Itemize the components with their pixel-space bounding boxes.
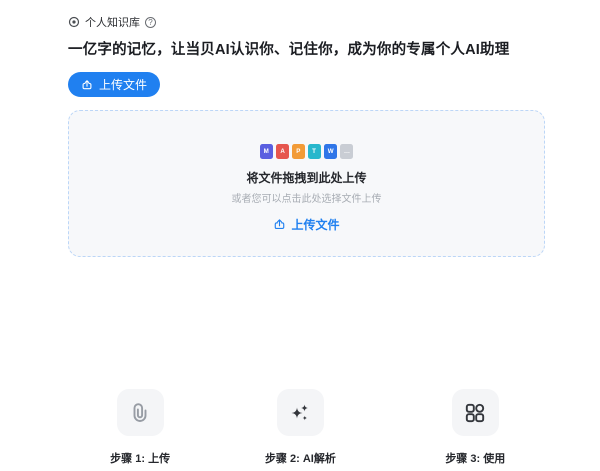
step-title: 步骤 2: AI解析	[265, 450, 336, 466]
step-title: 步骤 3: 使用	[445, 450, 505, 466]
upload-file-button[interactable]: 上传文件	[68, 72, 160, 97]
step-icon-box	[452, 389, 499, 436]
step-title: 步骤 1: 上传	[110, 450, 170, 466]
knowledge-base-target-icon	[68, 16, 80, 28]
file-type-txt-icon: T	[308, 144, 321, 159]
upload-icon	[81, 79, 93, 91]
steps-section: 步骤 1: 上传 上传你的文件给AI 助理的知识库 步骤 2: AI解析 AI助…	[60, 389, 570, 471]
step-upload: 步骤 1: 上传 上传你的文件给AI 助理的知识库	[60, 389, 220, 471]
dropzone-main-text: 将文件拖拽到此处上传	[246, 169, 366, 186]
file-dropzone[interactable]: M A P T W … 将文件拖拽到此处上传 或者您可以点击此处选择文件上传 上…	[68, 110, 545, 257]
file-type-pdf-icon: A	[276, 144, 289, 159]
dropzone-sub-text: 或者您可以点击此处选择文件上传	[232, 190, 382, 205]
file-type-word-icon: W	[324, 144, 337, 159]
grid-icon	[463, 401, 487, 425]
page-title: 一亿字的记忆，让当贝AI认识你、记住你，成为你的专属个人AI助理	[68, 38, 600, 59]
step-icon-box	[117, 389, 164, 436]
upload-icon	[273, 218, 286, 231]
section-label: 个人知识库	[85, 14, 140, 30]
file-type-icons: M A P T W …	[260, 144, 353, 159]
file-type-markdown-icon: M	[260, 144, 273, 159]
sparkles-icon	[288, 401, 312, 425]
file-type-ppt-icon: P	[292, 144, 305, 159]
upload-button-label: 上传文件	[99, 76, 147, 93]
section-header: 个人知识库 ?	[68, 14, 600, 30]
upload-link-label: 上传文件	[291, 216, 339, 233]
step-icon-box	[277, 389, 324, 436]
paperclip-icon	[128, 401, 152, 425]
help-icon[interactable]: ?	[145, 17, 156, 28]
file-type-more-icon: …	[340, 144, 353, 159]
step-use: 步骤 3: 使用 通过首页选择知识库或知识库页对AI助理提问	[381, 389, 570, 471]
step-ai-parse: 步骤 2: AI解析 AI助理会拆解、解析你的知识文件	[220, 389, 380, 471]
upload-file-link[interactable]: 上传文件	[273, 216, 339, 233]
knowledge-base-page: 个人知识库 ? 一亿字的记忆，让当贝AI认识你、记住你，成为你的专属个人AI助理…	[0, 0, 600, 471]
